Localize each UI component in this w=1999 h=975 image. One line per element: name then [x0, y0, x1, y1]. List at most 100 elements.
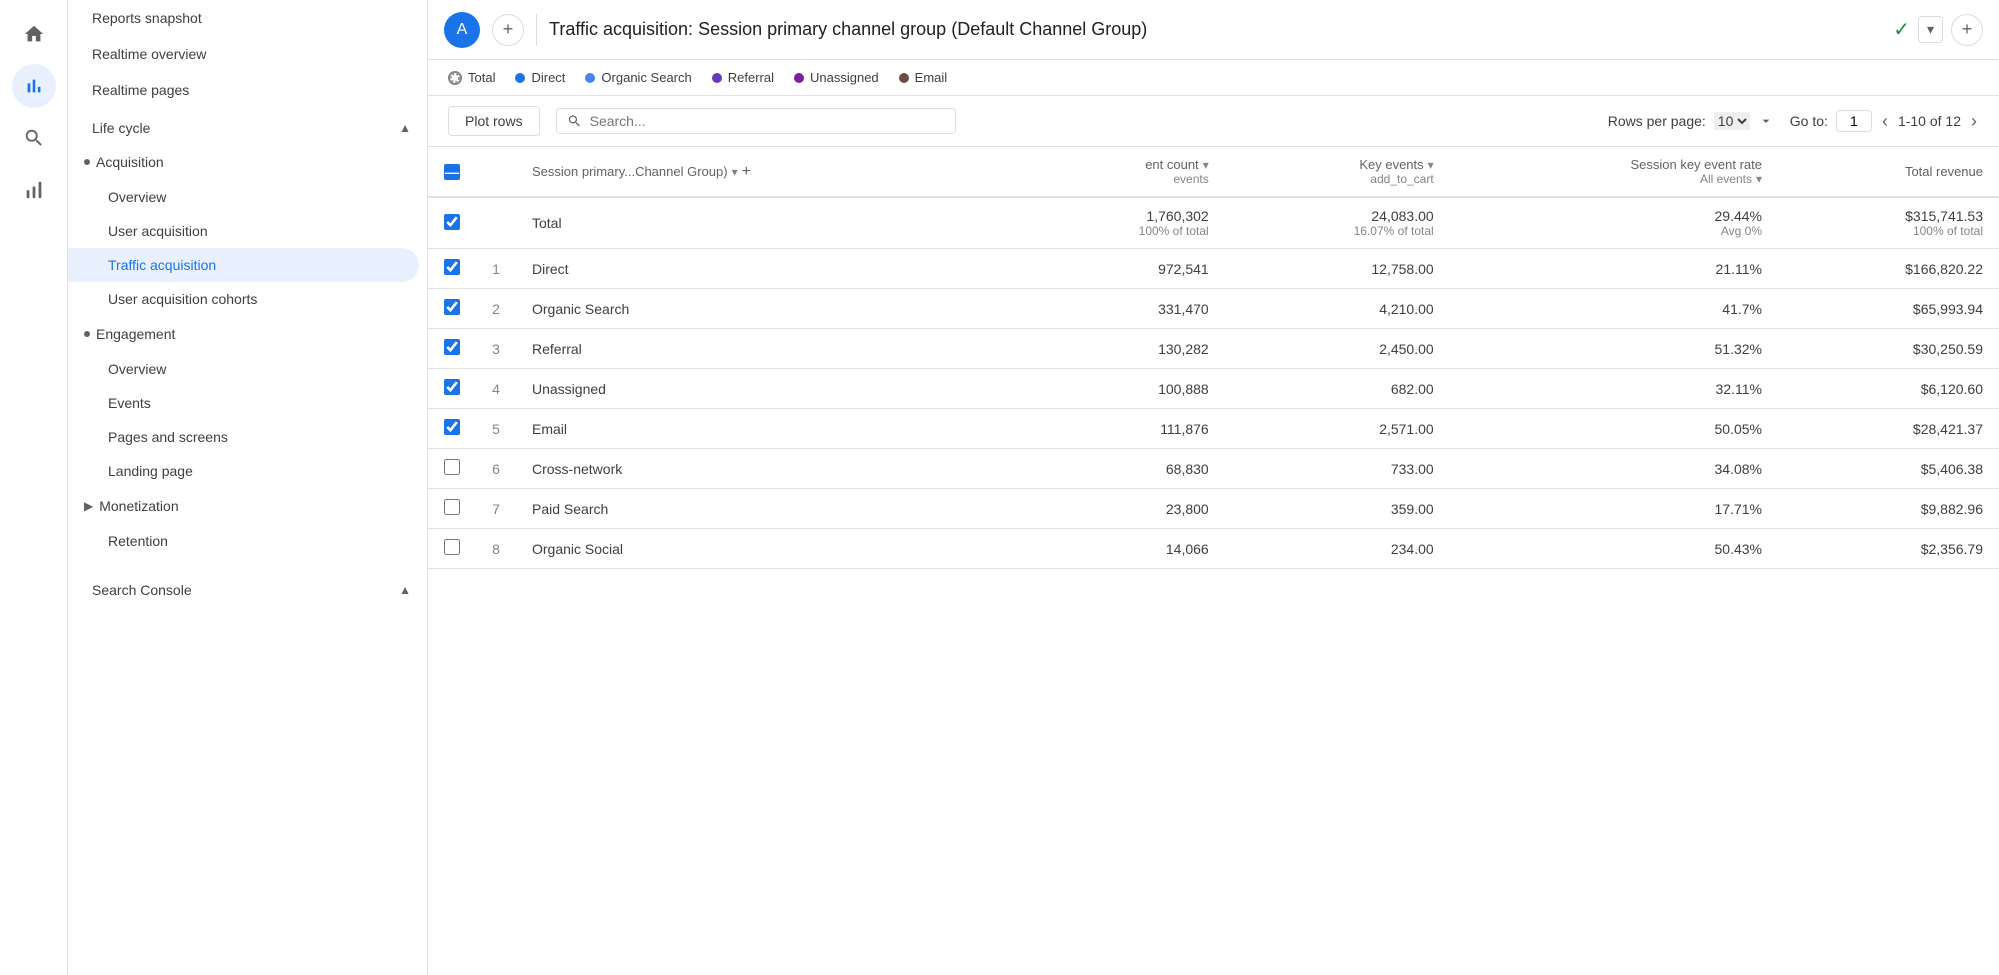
row-checkbox-cell — [428, 409, 476, 449]
sidebar-item-reports-snapshot[interactable]: Reports snapshot — [68, 0, 427, 36]
engagement-label: Engagement — [96, 326, 175, 342]
legend-email[interactable]: Email — [899, 70, 948, 85]
search-insights-nav-icon[interactable] — [12, 116, 56, 160]
table-row: 4Unassigned100,888682.0032.11%$6,120.60 — [428, 369, 1999, 409]
row-checkbox[interactable] — [444, 379, 460, 395]
next-page-button[interactable]: › — [1969, 109, 1979, 134]
go-to-input[interactable]: 1 — [1836, 110, 1872, 132]
row-checkbox[interactable] — [444, 459, 460, 475]
main-content: A + Traffic acquisition: Session primary… — [428, 0, 1999, 975]
search-console-label: Search Console — [92, 582, 192, 598]
home-nav-icon[interactable] — [12, 12, 56, 56]
row-checkbox[interactable] — [444, 539, 460, 555]
row-key-events: 4,210.00 — [1225, 289, 1450, 329]
sidebar-item-user-acquisition-cohorts[interactable]: User acquisition cohorts — [68, 282, 427, 316]
sidebar-item-realtime-overview[interactable]: Realtime overview — [68, 36, 427, 72]
row-event-count: 130,282 — [1020, 329, 1225, 369]
add-view-button[interactable]: + — [1951, 14, 1983, 46]
deselect-all-icon[interactable]: — — [444, 164, 460, 180]
referral-dot-icon — [712, 73, 722, 83]
row-total-revenue: $6,120.60 — [1778, 369, 1999, 409]
sidebar-item-realtime-pages[interactable]: Realtime pages — [68, 72, 427, 108]
row-key-events: 2,571.00 — [1225, 409, 1450, 449]
dropdown-chevron-icon: ▾ — [1927, 21, 1934, 38]
prev-page-button[interactable]: ‹ — [1880, 109, 1890, 134]
event-count-label: ent count — [1145, 157, 1199, 172]
rows-per-page-select[interactable]: 10 25 50 — [1714, 112, 1750, 130]
table-row: Total1,760,302100% of total24,083.0016.0… — [428, 197, 1999, 249]
row-event-count: 14,066 — [1020, 529, 1225, 569]
sidebar-item-pages-and-screens[interactable]: Pages and screens — [68, 420, 427, 454]
col-header-dimension: Session primary...Channel Group) ▾ + — [516, 147, 1020, 197]
sidebar-item-traffic-acquisition[interactable]: Traffic acquisition — [68, 248, 419, 282]
row-event-count: 1,760,302100% of total — [1020, 197, 1225, 249]
col-header-event-count: ent count ▾ events — [1020, 147, 1225, 197]
key-events-label: Key events — [1359, 157, 1423, 172]
sidebar-section-lifecycle[interactable]: Life cycle ▲ — [68, 108, 427, 144]
session-key-rate-dropdown-icon[interactable]: ▾ — [1756, 172, 1762, 186]
row-checkbox[interactable] — [444, 299, 460, 315]
sidebar-group-acquisition[interactable]: Acquisition — [68, 144, 427, 180]
add-dimension-button[interactable]: + — [742, 163, 751, 181]
key-events-dropdown-icon[interactable]: ▾ — [1428, 158, 1434, 172]
row-total-revenue: $315,741.53100% of total — [1778, 197, 1999, 249]
row-checkbox[interactable] — [444, 259, 460, 275]
title-actions: ✓ ▾ + — [1893, 14, 1983, 46]
row-checkbox[interactable] — [444, 499, 460, 515]
sidebar-group-monetization[interactable]: ▶ Monetization — [68, 488, 427, 524]
row-checkbox[interactable] — [444, 419, 460, 435]
acquisition-label: Acquisition — [96, 154, 164, 170]
row-name: Unassigned — [516, 369, 1020, 409]
rows-per-page-label: Rows per page: — [1608, 113, 1706, 129]
dimension-col-label: Session primary...Channel Group) — [532, 164, 728, 179]
sidebar-item-user-acquisition[interactable]: User acquisition — [68, 214, 427, 248]
legend-direct[interactable]: Direct — [515, 70, 565, 85]
search-input[interactable] — [590, 113, 945, 129]
event-count-dropdown-icon[interactable]: ▾ — [1203, 158, 1209, 172]
table-row: 8Organic Social14,066234.0050.43%$2,356.… — [428, 529, 1999, 569]
legend-email-label: Email — [915, 70, 948, 85]
avatar[interactable]: A — [444, 12, 480, 48]
unassigned-dot-icon — [794, 73, 804, 83]
legend-total[interactable]: Total — [448, 70, 495, 85]
row-checkbox-cell — [428, 489, 476, 529]
sidebar-item-overview[interactable]: Overview — [68, 180, 427, 214]
col-header-num — [476, 147, 516, 197]
row-checkbox[interactable] — [444, 214, 460, 230]
row-name: Email — [516, 409, 1020, 449]
sidebar-item-events[interactable]: Events — [68, 386, 427, 420]
legend-organic-search[interactable]: Organic Search — [585, 70, 691, 85]
row-number — [476, 197, 516, 249]
sidebar-section-search-console[interactable]: Search Console ▲ — [68, 570, 427, 606]
row-key-events: 682.00 — [1225, 369, 1450, 409]
plot-rows-button[interactable]: Plot rows — [448, 106, 540, 136]
legend-unassigned[interactable]: Unassigned — [794, 70, 879, 85]
title-dropdown-button[interactable]: ▾ — [1918, 16, 1943, 43]
row-checkbox-cell — [428, 369, 476, 409]
acquisition-bullet-icon — [84, 159, 90, 165]
row-number: 7 — [476, 489, 516, 529]
email-dot-icon — [899, 73, 909, 83]
legend-unassigned-label: Unassigned — [810, 70, 879, 85]
dimension-dropdown-icon[interactable]: ▾ — [732, 165, 738, 179]
sidebar-item-eng-overview[interactable]: Overview — [68, 352, 427, 386]
add-tab-button[interactable]: + — [492, 14, 524, 46]
sidebar-group-engagement[interactable]: Engagement — [68, 316, 427, 352]
table-row: 5Email111,8762,571.0050.05%$28,421.37 — [428, 409, 1999, 449]
legend-referral[interactable]: Referral — [712, 70, 774, 85]
legend-direct-label: Direct — [531, 70, 565, 85]
icon-bar — [0, 0, 68, 975]
analytics-nav-icon[interactable] — [12, 64, 56, 108]
row-key-events: 359.00 — [1225, 489, 1450, 529]
legend-referral-label: Referral — [728, 70, 774, 85]
row-number: 1 — [476, 249, 516, 289]
row-checkbox-cell — [428, 449, 476, 489]
sidebar-item-landing-page[interactable]: Landing page — [68, 454, 427, 488]
session-key-rate-sub: All events — [1700, 172, 1752, 186]
divider — [536, 14, 537, 46]
row-checkbox[interactable] — [444, 339, 460, 355]
sidebar-item-retention[interactable]: Retention — [68, 524, 427, 558]
row-event-count: 331,470 — [1020, 289, 1225, 329]
advertising-nav-icon[interactable] — [12, 168, 56, 212]
row-total-revenue: $2,356.79 — [1778, 529, 1999, 569]
